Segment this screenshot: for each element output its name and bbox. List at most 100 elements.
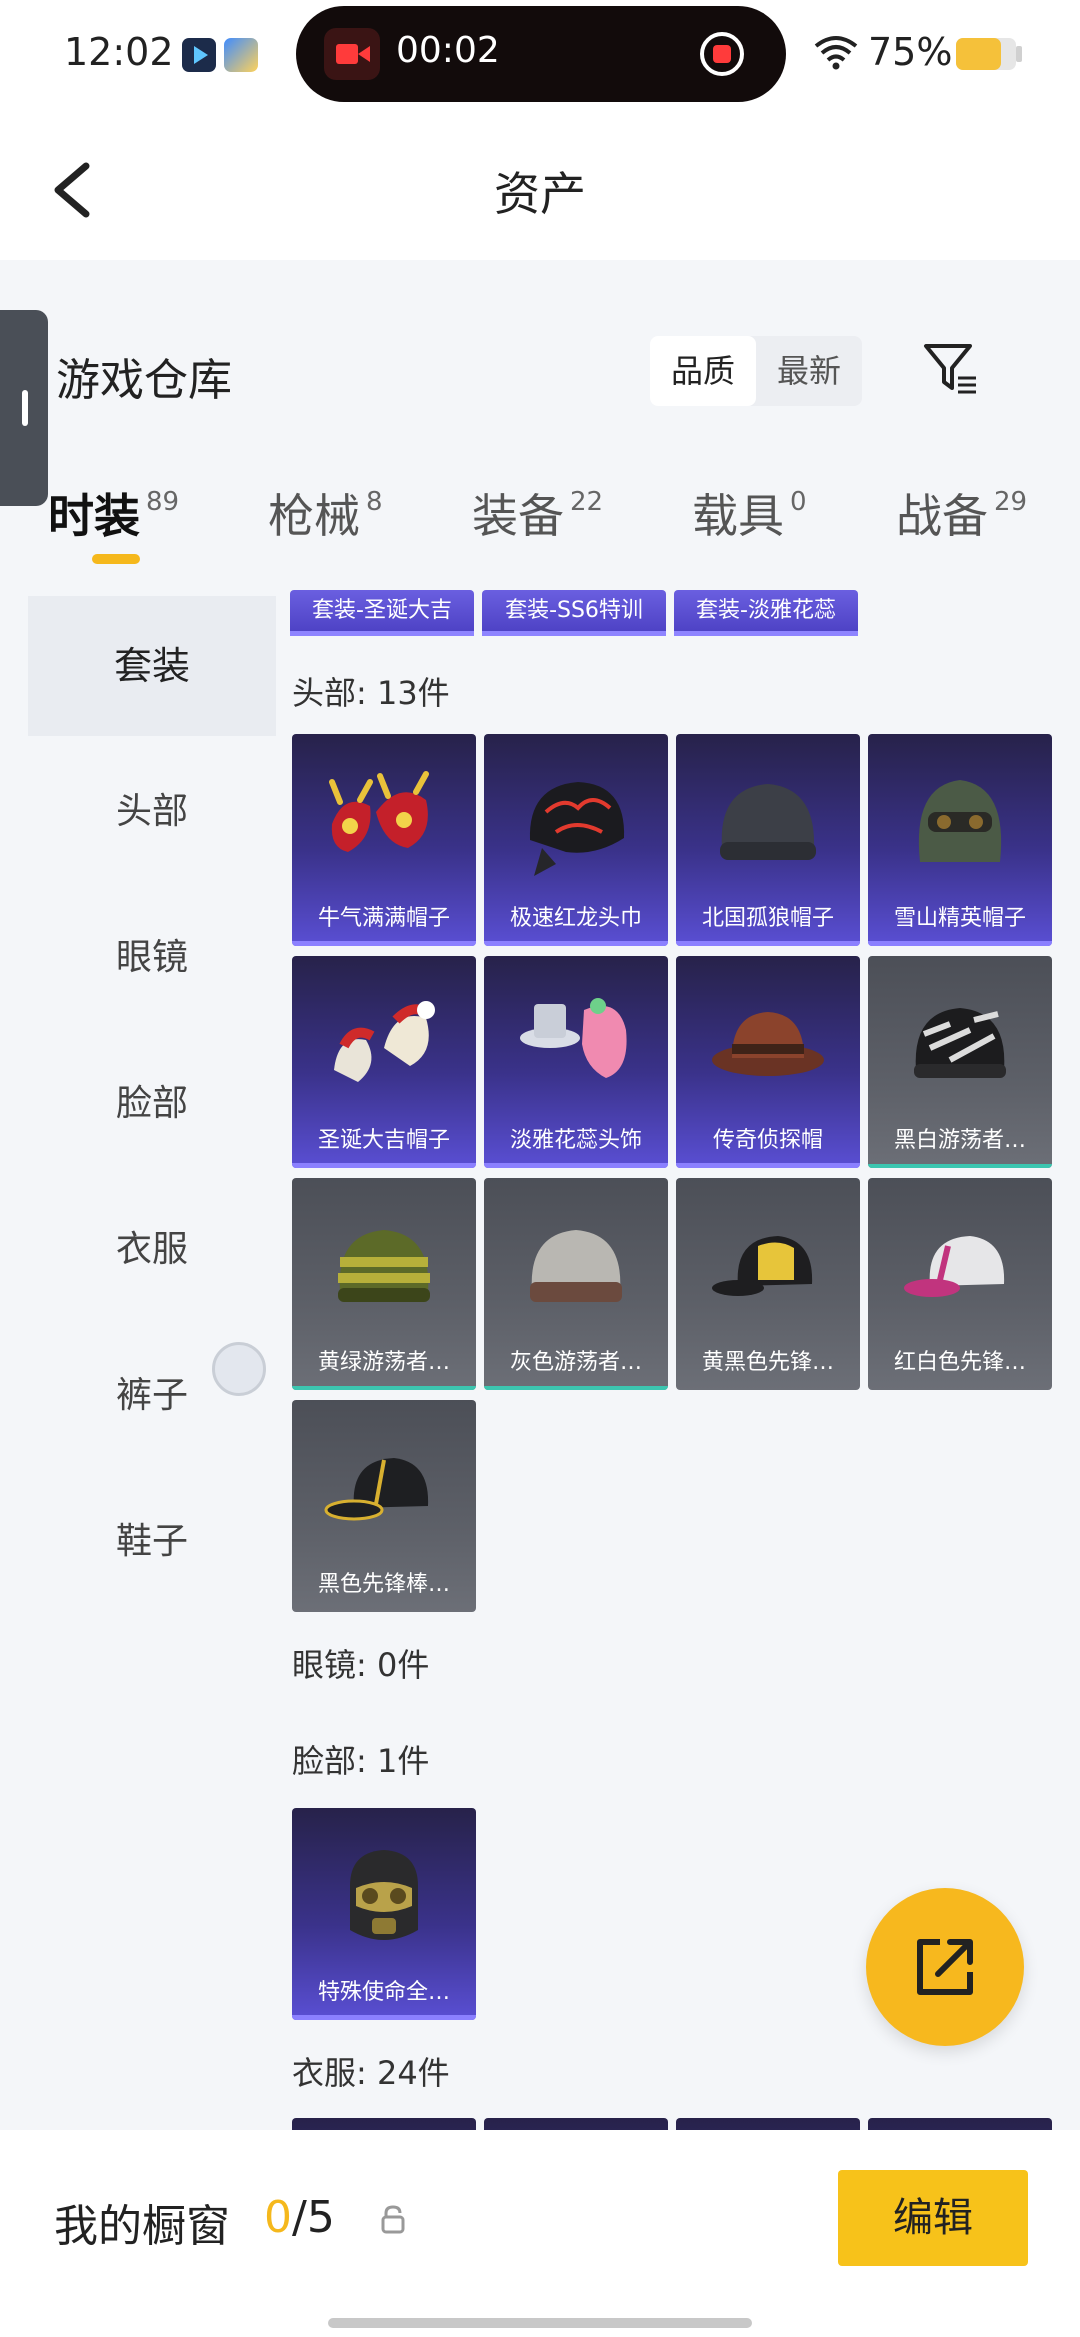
item-card[interactable]: 圣诞大吉帽子 <box>292 956 476 1168</box>
striped-beanie-icon <box>338 1230 430 1302</box>
showcase-count: 0/5 <box>264 2192 335 2243</box>
gas-mask-icon <box>350 1850 418 1940</box>
section-face-label: 脸部: 1件 <box>292 1742 430 1780</box>
item-card[interactable] <box>484 2118 668 2130</box>
item-card[interactable]: 红白色先锋… <box>868 1178 1052 1390</box>
item-name: 特殊使命全… <box>317 1980 450 2005</box>
item-name: 黑白游荡者… <box>893 1128 1026 1153</box>
assistant-app-icon <box>224 38 258 72</box>
nav-item-clothes[interactable]: 衣服 <box>28 1180 276 1320</box>
recording-time: 00:02 <box>396 30 500 71</box>
item-card[interactable]: 北国孤狼帽子 <box>676 734 860 946</box>
item-card[interactable]: 淡雅花蕊头饰 <box>484 956 668 1168</box>
item-card[interactable] <box>292 2118 476 2130</box>
item-card[interactable] <box>868 2118 1052 2130</box>
tab-label: 载具 <box>692 489 784 543</box>
showcase-label: 我的橱窗 <box>54 2201 230 2252</box>
black-cap-icon <box>324 1458 429 1521</box>
tab-label: 战备 <box>896 489 988 543</box>
tab-fashion[interactable]: 时装 89 <box>48 480 179 550</box>
item-card[interactable]: 特殊使命全… <box>292 1808 476 2020</box>
floating-side-handle[interactable] <box>0 310 48 506</box>
section-glasses-label: 眼镜: 0件 <box>292 1646 430 1684</box>
share-button[interactable] <box>866 1888 1024 2046</box>
item-name: 黄绿游荡者… <box>317 1350 450 1375</box>
section-clothes-label: 衣服: 24件 <box>292 2054 450 2092</box>
showcase-total: /5 <box>292 2192 335 2243</box>
item-card[interactable]: 极速红龙头巾 <box>484 734 668 946</box>
filter-icon[interactable] <box>920 338 982 400</box>
page-title: 资产 <box>494 167 586 221</box>
grey-beanie-icon <box>530 1230 622 1302</box>
edit-button[interactable]: 编辑 <box>838 2170 1028 2266</box>
screen-recording-pill[interactable]: 00:02 <box>296 6 786 102</box>
item-name: 黑色先锋棒… <box>317 1572 450 1597</box>
item-name: 圣诞大吉帽子 <box>317 1128 450 1153</box>
item-card[interactable]: 灰色游荡者… <box>484 1178 668 1390</box>
camera-icon <box>324 28 380 80</box>
top-app-bar: 资产 <box>0 110 1080 260</box>
nav-item-sets[interactable]: 套装 <box>28 596 276 736</box>
sort-quality-option[interactable]: 品质 <box>650 336 756 406</box>
share-icon <box>917 1939 973 1995</box>
item-name: 传奇侦探帽 <box>712 1128 823 1153</box>
sort-latest-option[interactable]: 最新 <box>756 336 862 406</box>
wifi-icon <box>814 36 858 70</box>
set-tag[interactable]: 套装-淡雅花蕊 <box>674 590 858 636</box>
tab-weapons[interactable]: 枪械 8 <box>268 480 383 550</box>
bottom-bar: 我的橱窗 0/5 编辑 <box>0 2130 1080 2337</box>
nav-item-head[interactable]: 头部 <box>28 742 276 882</box>
pink-cap-icon <box>904 1236 1005 1297</box>
ox-hat-icon <box>329 771 429 852</box>
item-card[interactable]: 黄黑色先锋… <box>676 1178 860 1390</box>
showcase-current: 0 <box>264 2192 292 2243</box>
tab-label: 枪械 <box>268 489 360 543</box>
battery-percent: 75% <box>868 30 953 74</box>
wolf-beanie-icon <box>720 784 816 860</box>
item-card[interactable]: 传奇侦探帽 <box>676 956 860 1168</box>
active-tab-indicator <box>92 554 140 564</box>
lock-icon <box>381 2205 405 2234</box>
tab-label: 时装 <box>48 489 140 543</box>
set-tag[interactable]: 套装-SS6特训 <box>482 590 666 636</box>
christmas-hat-icon <box>334 1001 435 1082</box>
detective-hat-icon <box>712 1012 824 1076</box>
warehouse-title: 游戏仓库 <box>56 355 232 406</box>
tab-count: 22 <box>570 487 604 517</box>
tab-count: 0 <box>790 487 807 517</box>
item-card[interactable]: 雪山精英帽子 <box>868 734 1052 946</box>
video-app-icon <box>182 38 216 72</box>
tab-count: 89 <box>146 487 180 517</box>
tab-equipment[interactable]: 装备 22 <box>472 480 603 550</box>
tab-supplies[interactable]: 战备 29 <box>896 480 1027 550</box>
status-bar: 12:02 00:02 75% <box>0 0 1080 110</box>
item-card[interactable] <box>676 2118 860 2130</box>
item-name: 牛气满满帽子 <box>317 906 450 931</box>
battery-icon <box>956 38 1016 70</box>
tab-count: 8 <box>366 487 383 517</box>
item-name: 灰色游荡者… <box>509 1350 642 1375</box>
item-name: 黄黑色先锋… <box>701 1350 834 1375</box>
item-name: 淡雅花蕊头饰 <box>509 1128 642 1153</box>
dragon-bandana-icon <box>529 782 625 876</box>
item-card[interactable]: 黄绿游荡者… <box>292 1178 476 1390</box>
nav-item-face[interactable]: 脸部 <box>28 1034 276 1174</box>
item-name: 极速红龙头巾 <box>509 906 642 931</box>
item-card[interactable]: 牛气满满帽子 <box>292 734 476 946</box>
nav-item-glasses[interactable]: 眼镜 <box>28 888 276 1028</box>
tab-vehicles[interactable]: 载具 0 <box>692 480 807 550</box>
status-time: 12:02 <box>64 30 174 74</box>
stop-recording-button[interactable] <box>700 32 744 76</box>
item-name: 北国孤狼帽子 <box>701 906 834 931</box>
zebra-beanie-icon <box>914 1008 1006 1078</box>
nav-item-shoes[interactable]: 鞋子 <box>28 1472 276 1612</box>
set-tag[interactable]: 套装-圣诞大吉 <box>290 590 474 636</box>
home-indicator[interactable] <box>328 2318 752 2328</box>
item-card[interactable]: 黑色先锋棒… <box>292 1400 476 1612</box>
snow-elite-hat-icon <box>918 780 1002 862</box>
scroll-knob[interactable] <box>212 1342 266 1396</box>
yellow-cap-icon <box>712 1236 813 1296</box>
sort-toggle: 品质 最新 <box>650 336 862 406</box>
item-card[interactable]: 黑白游荡者… <box>868 956 1052 1168</box>
flower-headwear-icon <box>520 998 627 1078</box>
